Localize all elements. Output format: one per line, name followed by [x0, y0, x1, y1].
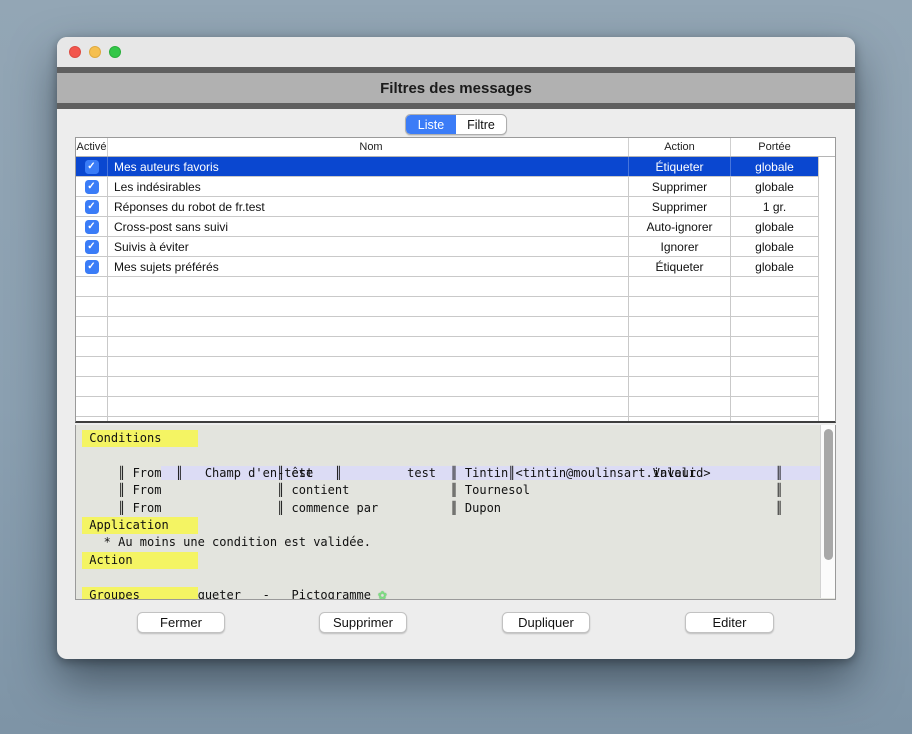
action-rule: * Étiqueter - Pictogramme	[82, 569, 835, 586]
table-row[interactable]: Les indésirables Supprimer globale	[76, 177, 835, 197]
filter-scope: globale	[731, 157, 819, 176]
view-tabs: Liste Filtre	[405, 114, 507, 135]
filter-name: Réponses du robot de fr.test	[108, 197, 629, 216]
filters-window: Filtres des messages Liste Filtre Activé…	[57, 37, 855, 659]
table-scrollbar-gutter	[818, 138, 835, 421]
column-header-scope[interactable]: Portée	[731, 138, 819, 156]
filter-scope: globale	[731, 217, 819, 236]
filter-action: Étiqueter	[629, 257, 731, 276]
section-label-application: Application	[82, 517, 198, 534]
application-rule: * Au moins une condition est validée.	[82, 534, 835, 551]
minimize-traffic-light-icon[interactable]	[89, 46, 101, 58]
table-row[interactable]: Réponses du robot de fr.test Supprimer 1…	[76, 197, 835, 217]
title-band: Filtres des messages	[57, 73, 855, 103]
filter-action: Auto-ignorer	[629, 217, 731, 236]
details-scrollbar-thumb[interactable]	[824, 429, 833, 560]
condition-row: ║ From ║ est ║ Tintin <tintin@moulinsart…	[82, 465, 835, 482]
enabled-checkbox[interactable]	[85, 260, 99, 274]
column-header-enabled[interactable]: Activé	[76, 138, 108, 156]
edit-button[interactable]: Editer	[685, 612, 774, 633]
filter-name: Suivis à éviter	[108, 237, 629, 256]
enabled-checkbox[interactable]	[85, 220, 99, 234]
empty-table-row[interactable]	[76, 377, 835, 397]
tab-liste[interactable]: Liste	[406, 115, 456, 134]
empty-table-row[interactable]	[76, 277, 835, 297]
empty-table-row[interactable]	[76, 357, 835, 377]
filter-scope: globale	[731, 177, 819, 196]
table-row[interactable]: Mes auteurs favoris Étiqueter globale	[76, 157, 835, 177]
table-row[interactable]: Suivis à éviter Ignorer globale	[76, 237, 835, 257]
section-label-conditions: Conditions	[82, 430, 198, 447]
enabled-checkbox[interactable]	[85, 160, 99, 174]
filters-table: Activé Nom Action Portée Mes auteurs fav…	[75, 137, 836, 423]
details-scrollbar[interactable]	[820, 425, 835, 598]
filter-details-panel: Conditions ║ Champ d'en-tête ║ test ║ Va…	[75, 425, 836, 600]
empty-table-row[interactable]	[76, 317, 835, 337]
empty-table-row[interactable]	[76, 297, 835, 317]
page-title: Filtres des messages	[380, 80, 532, 97]
duplicate-button[interactable]: Dupliquer	[502, 612, 590, 633]
section-label-groupes: Groupes	[82, 587, 198, 600]
filter-action: Supprimer	[629, 197, 731, 216]
table-row[interactable]: Cross-post sans suivi Auto-ignorer globa…	[76, 217, 835, 237]
column-header-name[interactable]: Nom	[108, 138, 629, 156]
close-button[interactable]: Fermer	[137, 612, 225, 633]
enabled-checkbox[interactable]	[85, 180, 99, 194]
filter-name: Cross-post sans suivi	[108, 217, 629, 236]
close-traffic-light-icon[interactable]	[69, 46, 81, 58]
filter-name: Mes sujets préférés	[108, 257, 629, 276]
condition-row: ║ From ║ commence par ║ Dupon ║	[82, 500, 835, 517]
bottom-divider	[57, 103, 855, 109]
empty-table-row[interactable]	[76, 397, 835, 417]
filter-name: Mes auteurs favoris	[108, 157, 629, 176]
section-label-action: Action	[82, 552, 198, 569]
tab-filtre[interactable]: Filtre	[456, 115, 506, 134]
filter-scope: globale	[731, 257, 819, 276]
table-row[interactable]: Mes sujets préférés Étiqueter globale	[76, 257, 835, 277]
condition-row: ║ From ║ contient ║ Tournesol ║	[82, 482, 835, 499]
filter-action: Étiqueter	[629, 157, 731, 176]
filter-action: Ignorer	[629, 237, 731, 256]
pictogram-flower-icon	[378, 587, 386, 600]
delete-button[interactable]: Supprimer	[319, 612, 407, 633]
table-header-row: Activé Nom Action Portée	[76, 138, 835, 157]
filter-name: Les indésirables	[108, 177, 629, 196]
column-header-action[interactable]: Action	[629, 138, 731, 156]
filter-scope: 1 gr.	[731, 197, 819, 216]
desktop: Filtres des messages Liste Filtre Activé…	[0, 0, 912, 734]
empty-table-row[interactable]	[76, 337, 835, 357]
filter-action: Supprimer	[629, 177, 731, 196]
zoom-traffic-light-icon[interactable]	[109, 46, 121, 58]
empty-table-row[interactable]	[76, 417, 835, 423]
titlebar[interactable]	[57, 37, 855, 67]
enabled-checkbox[interactable]	[85, 200, 99, 214]
enabled-checkbox[interactable]	[85, 240, 99, 254]
filter-scope: globale	[731, 237, 819, 256]
